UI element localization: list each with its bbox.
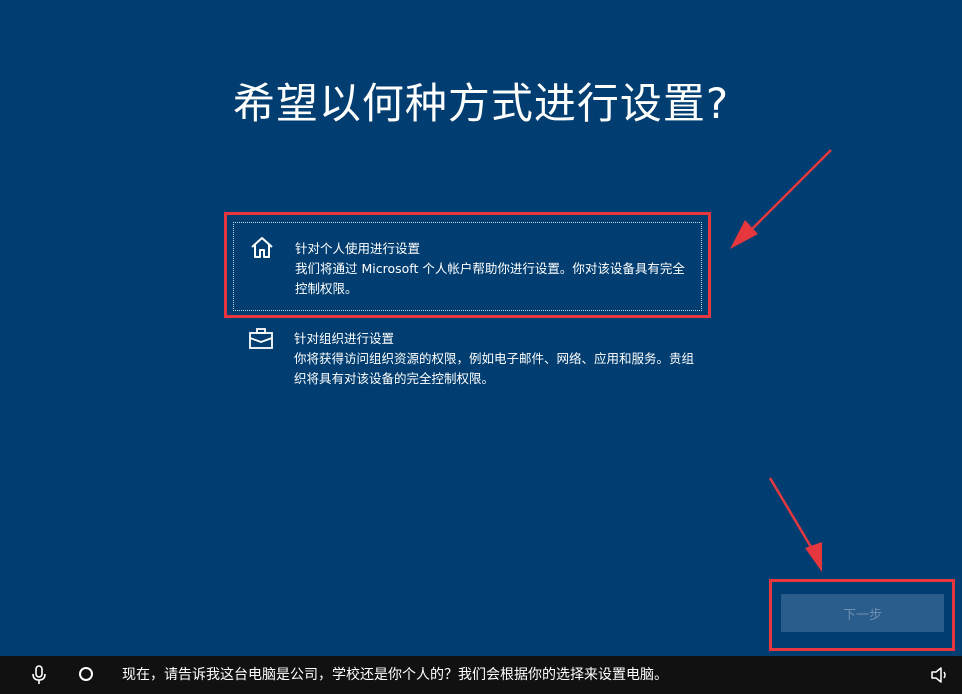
- cortana-message: 现在，请告诉我这台电脑是公司，学校还是你个人的？我们会根据你的选择来设置电脑。: [122, 667, 668, 683]
- cortana-circle-icon[interactable]: [79, 667, 93, 681]
- microphone-icon[interactable]: [30, 665, 48, 685]
- speaker-icon[interactable]: [930, 666, 950, 684]
- taskbar: 现在，请告诉我这台电脑是公司，学校还是你个人的？我们会根据你的选择来设置电脑。: [0, 656, 962, 694]
- annotation-arrows: [730, 149, 832, 572]
- next-button[interactable]: 下一步: [781, 594, 944, 632]
- arrow-to-next-button: [768, 477, 822, 572]
- arrow-to-personal-option: [730, 149, 832, 249]
- oobe-screen: 希望以何种方式进行设置? 针对个人使用进行设置 我们将通过 Microsoft …: [0, 0, 962, 656]
